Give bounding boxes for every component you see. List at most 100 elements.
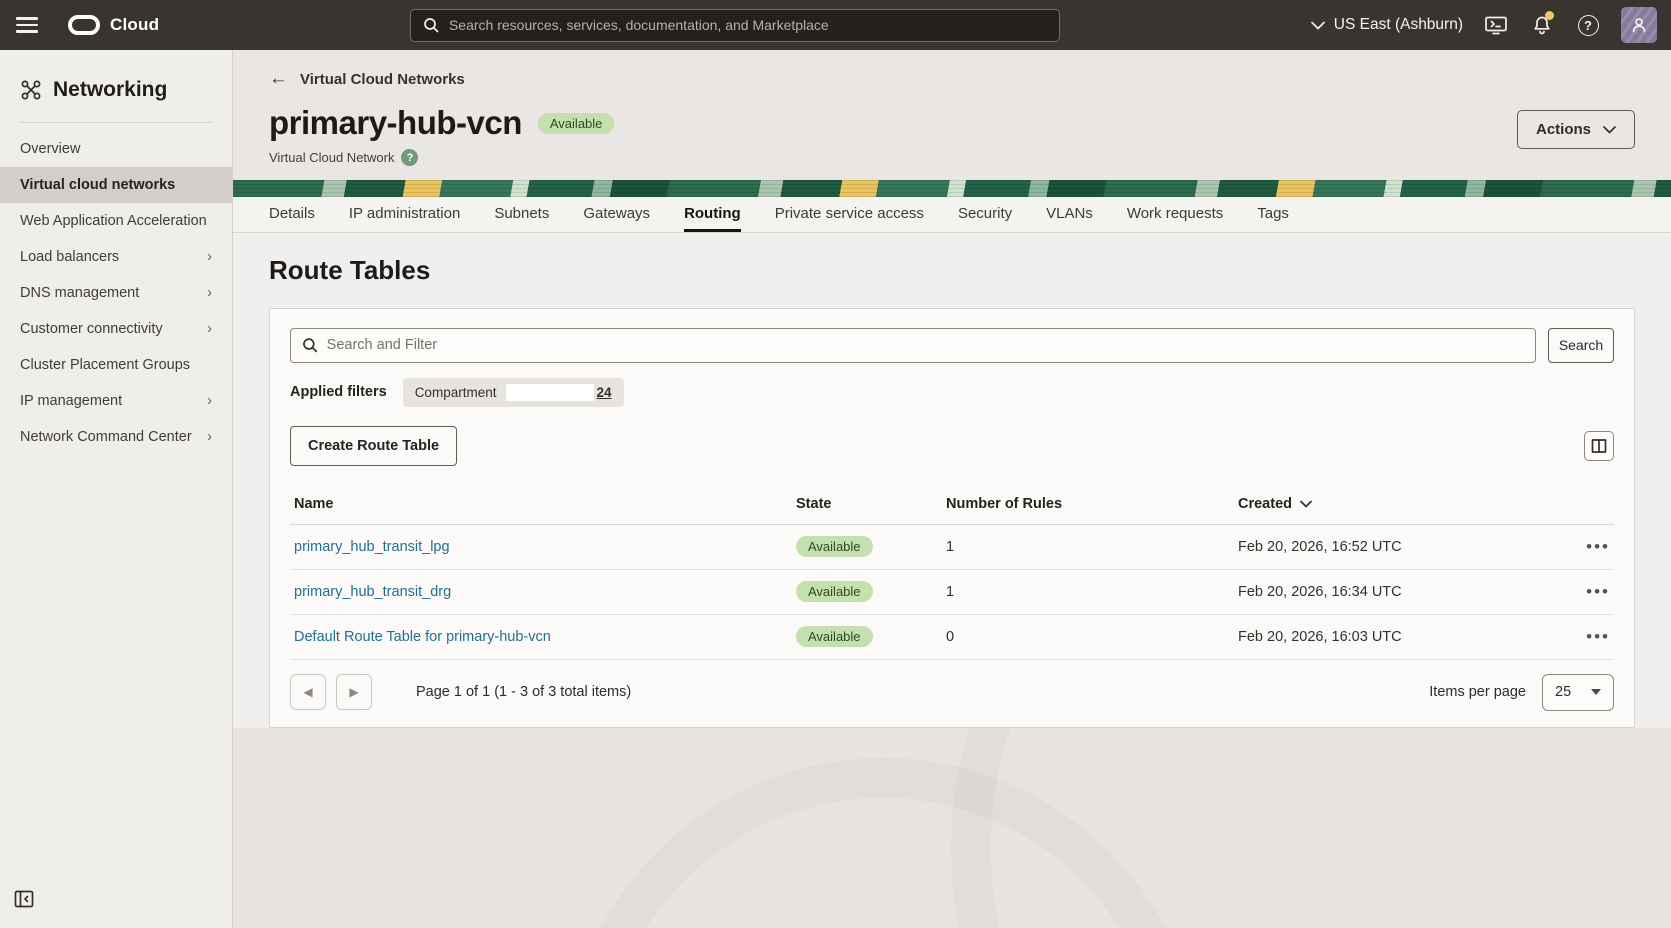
table-row: Default Route Table for primary-hub-vcn … xyxy=(290,614,1614,659)
search-filter-box[interactable] xyxy=(290,328,1536,363)
search-icon xyxy=(423,17,439,33)
applied-filters-label: Applied filters xyxy=(290,384,387,400)
route-table-link[interactable]: primary_hub_transit_lpg xyxy=(294,539,450,555)
decorative-banner xyxy=(233,180,1671,197)
status-badge: Available xyxy=(796,626,873,647)
global-search[interactable] xyxy=(410,9,1060,42)
tab-work-requests[interactable]: Work requests xyxy=(1127,197,1223,231)
brand[interactable]: Cloud xyxy=(68,15,159,35)
global-search-input[interactable] xyxy=(449,17,1047,33)
created-timestamp: Feb 20, 2026, 16:52 UTC xyxy=(1234,524,1564,569)
route-tables-card: Search Applied filters Compartment 24 Cr… xyxy=(269,308,1635,728)
chevron-right-icon: › xyxy=(207,393,212,409)
brand-name: Cloud xyxy=(110,15,159,35)
topbar: Cloud US East (Ashburn) ? xyxy=(0,0,1671,50)
rules-count: 1 xyxy=(942,569,1234,614)
help-icon[interactable]: ? xyxy=(1575,12,1601,38)
sidebar-item-web-application-acceleration[interactable]: Web Application Acceleration xyxy=(0,203,232,239)
notification-dot xyxy=(1545,11,1554,20)
menu-icon[interactable] xyxy=(14,12,40,38)
tab-routing[interactable]: Routing xyxy=(684,197,741,231)
table-header-row: Name State Number of Rules Created xyxy=(290,486,1614,525)
items-per-page-label: Items per page xyxy=(1429,684,1526,700)
compartment-filter-pill[interactable]: Compartment 24 xyxy=(403,378,624,407)
sidebar-item-virtual-cloud-networks[interactable]: Virtual cloud networks xyxy=(0,167,232,203)
sidebar-item-customer-connectivity[interactable]: Customer connectivity› xyxy=(0,311,232,347)
next-page-button[interactable]: ▶ xyxy=(336,674,372,710)
column-manager-icon[interactable] xyxy=(1584,431,1614,461)
tab-subnets[interactable]: Subnets xyxy=(494,197,549,231)
status-badge: Available xyxy=(538,113,615,134)
route-tables-table: Name State Number of Rules Created xyxy=(290,486,1614,660)
resource-type-label: Virtual Cloud Network xyxy=(269,150,394,165)
dropdown-arrow-icon xyxy=(1591,689,1601,695)
column-header-actions xyxy=(1564,486,1614,525)
chevron-down-icon xyxy=(1603,126,1616,134)
column-header-created: Created xyxy=(1234,486,1564,525)
previous-page-button[interactable]: ◀ xyxy=(290,674,326,710)
search-filter-input[interactable] xyxy=(327,337,1524,353)
breadcrumb[interactable]: ← Virtual Cloud Networks xyxy=(269,68,465,90)
decorative-footer xyxy=(233,728,1671,928)
sort-created[interactable]: Created xyxy=(1238,496,1312,512)
sidebar-item-load-balancers[interactable]: Load balancers› xyxy=(0,239,232,275)
column-header-name: Name xyxy=(290,486,792,525)
tab-gateways[interactable]: Gateways xyxy=(583,197,650,231)
page-header: ← Virtual Cloud Networks primary-hub-vcn… xyxy=(233,50,1671,180)
rules-count: 0 xyxy=(942,614,1234,659)
chevron-down-icon xyxy=(1311,21,1325,30)
route-table-link[interactable]: primary_hub_transit_drg xyxy=(294,584,451,600)
sidebar-item-cluster-placement-groups[interactable]: Cluster Placement Groups xyxy=(0,347,232,383)
divider xyxy=(20,122,212,123)
help-tooltip-icon[interactable]: ? xyxy=(401,149,418,166)
rules-count: 1 xyxy=(942,524,1234,569)
tab-security[interactable]: Security xyxy=(958,197,1012,231)
row-actions-menu-icon[interactable]: ••• xyxy=(1586,627,1610,646)
table-row: primary_hub_transit_drg Available 1 Feb … xyxy=(290,569,1614,614)
column-header-state: State xyxy=(792,486,942,525)
tab-bar: Details IP administration Subnets Gatewa… xyxy=(233,197,1671,232)
column-header-rules: Number of Rules xyxy=(942,486,1234,525)
notifications-bell-icon[interactable] xyxy=(1529,12,1555,38)
sort-chevron-icon xyxy=(1300,500,1312,508)
status-badge: Available xyxy=(796,581,873,602)
created-timestamp: Feb 20, 2026, 16:03 UTC xyxy=(1234,614,1564,659)
redacted-value xyxy=(506,384,594,401)
sidebar-title: Networking xyxy=(53,78,167,102)
route-table-link[interactable]: Default Route Table for primary-hub-vcn xyxy=(294,629,551,645)
topbar-right: US East (Ashburn) ? xyxy=(1311,7,1657,43)
region-label: US East (Ashburn) xyxy=(1334,16,1463,34)
items-per-page-select[interactable]: 25 xyxy=(1542,674,1614,711)
pagination-text: Page 1 of 1 (1 - 3 of 3 total items) xyxy=(416,684,631,700)
region-selector[interactable]: US East (Ashburn) xyxy=(1311,16,1463,34)
back-arrow-icon: ← xyxy=(269,68,288,90)
tab-tags[interactable]: Tags xyxy=(1257,197,1289,231)
content-area: Route Tables Search Applied filters Comp… xyxy=(233,233,1671,728)
tab-ip-administration[interactable]: IP administration xyxy=(349,197,460,231)
collapse-sidebar-icon[interactable] xyxy=(14,889,34,914)
tab-details[interactable]: Details xyxy=(269,197,315,231)
chevron-right-icon: › xyxy=(207,249,212,265)
table-row: primary_hub_transit_lpg Available 1 Feb … xyxy=(290,524,1614,569)
tab-private-service-access[interactable]: Private service access xyxy=(775,197,924,231)
main-area: ← Virtual Cloud Networks primary-hub-vcn… xyxy=(233,50,1671,928)
sidebar: Networking Overview Virtual cloud networ… xyxy=(0,50,233,928)
search-button[interactable]: Search xyxy=(1548,328,1614,363)
sidebar-item-dns-management[interactable]: DNS management› xyxy=(0,275,232,311)
row-actions-menu-icon[interactable]: ••• xyxy=(1586,537,1610,556)
search-icon xyxy=(302,337,318,353)
page-title: primary-hub-vcn xyxy=(269,104,522,142)
oracle-logo-icon xyxy=(68,15,100,35)
tab-vlans[interactable]: VLANs xyxy=(1046,197,1093,231)
sidebar-item-overview[interactable]: Overview xyxy=(0,131,232,167)
chevron-right-icon: › xyxy=(207,429,212,445)
sidebar-item-network-command-center[interactable]: Network Command Center› xyxy=(0,419,232,455)
create-route-table-button[interactable]: Create Route Table xyxy=(290,426,457,466)
status-badge: Available xyxy=(796,536,873,557)
actions-button[interactable]: Actions xyxy=(1517,110,1635,149)
sidebar-item-ip-management[interactable]: IP management› xyxy=(0,383,232,419)
networking-icon xyxy=(20,79,42,101)
cloud-shell-icon[interactable] xyxy=(1483,12,1509,38)
user-avatar[interactable] xyxy=(1621,7,1657,43)
row-actions-menu-icon[interactable]: ••• xyxy=(1586,582,1610,601)
